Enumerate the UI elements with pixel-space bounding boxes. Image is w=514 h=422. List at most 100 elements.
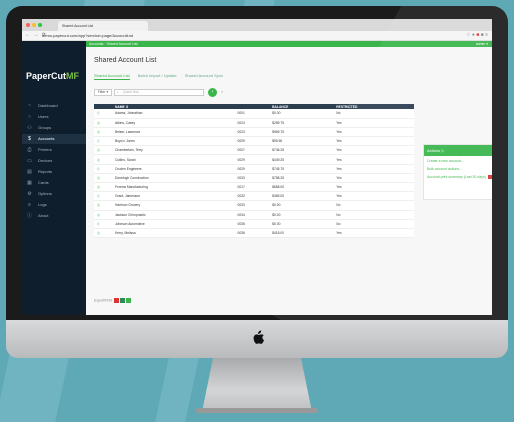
sidebar-item-printers[interactable]: ⎙ Printers xyxy=(22,145,86,155)
browser-tab[interactable]: Shared Account List xyxy=(58,21,148,31)
print-summary-link[interactable]: Account print summary (Last 30 days) xyxy=(424,172,492,180)
account-code: 0033 xyxy=(234,200,270,211)
account-code: 0024 xyxy=(234,118,270,128)
url-field[interactable]: demo.papercut.com/app?service=page/Accou… xyxy=(42,33,437,39)
gear-icon: ⚙ xyxy=(27,191,32,197)
minimize-window-icon[interactable] xyxy=(32,23,36,27)
sidebar-item-accounts[interactable]: $ Accounts xyxy=(22,134,86,144)
table-row[interactable]: ◎ Chamberlain, Terry 0007 $746.25 Yes xyxy=(94,145,414,156)
tab-bar: Shared Account List Batch Import / Updat… xyxy=(94,73,492,81)
table-row[interactable]: ◎ Belser, Lawrence 0023 $969.75 Yes xyxy=(94,127,414,138)
account-code: 0035 xyxy=(234,219,270,229)
account-type-icon: ◎ xyxy=(94,127,112,138)
cards-icon: ▦ xyxy=(27,180,32,186)
tab-shared-account-list[interactable]: Shared Account List xyxy=(94,73,130,80)
account-restricted: No xyxy=(333,109,414,119)
sidebar-item-logs[interactable]: ≡ Logs xyxy=(22,200,86,210)
imac-foot xyxy=(196,408,318,413)
table-row[interactable]: ⎙ Grant, Jamesson 0032 $369.00 Yes xyxy=(94,191,414,202)
account-balance: $95.50 xyxy=(269,136,334,147)
address-bar: ← → ⟳ demo.papercut.com/app?service=page… xyxy=(22,31,492,41)
account-balance: $745.75 xyxy=(269,164,334,174)
table-row[interactable]: ◎ Collins, Sarah 0029 $449.25 Yes xyxy=(94,154,414,165)
sidebar-item-dashboard[interactable]: ~ Dashboard xyxy=(22,101,86,111)
account-code: 0029 xyxy=(234,164,270,174)
sidebar-item-reports[interactable]: ▤ Reports xyxy=(22,167,86,177)
excel-icon[interactable] xyxy=(120,298,126,303)
account-code: 0023 xyxy=(234,127,270,138)
pdf-icon[interactable] xyxy=(114,298,120,303)
go-button[interactable]: › xyxy=(208,88,217,97)
sidebar-item-groups[interactable]: ⚇ Groups xyxy=(22,123,86,133)
tab-batch-import[interactable]: Batch Import / Update xyxy=(138,73,177,78)
csv-icon[interactable] xyxy=(126,298,132,303)
account-name[interactable]: Fenrow Manufacturing xyxy=(112,182,235,193)
apple-logo-icon xyxy=(253,330,264,344)
sidebar-item-users[interactable]: ○ Users xyxy=(22,112,86,122)
account-name[interactable]: Adams, Johnathan xyxy=(112,109,235,119)
user-menu[interactable]: admin ▾ xyxy=(476,41,488,47)
account-restricted: Yes xyxy=(333,145,414,156)
account-restricted: No xyxy=(333,200,414,211)
account-code: 0001 xyxy=(234,109,270,119)
table-row[interactable]: ◎ Donelogh Construction 0033 $758.25 Yes xyxy=(94,173,414,184)
account-balance: $0.00 xyxy=(269,200,334,211)
table-row[interactable]: ⎙ Adams, Johnathan 0001 $0.00 No xyxy=(94,109,414,119)
account-name[interactable]: Harrison Grocery xyxy=(112,200,235,211)
bulk-actions-link[interactable]: Bulk account actions... xyxy=(424,164,492,172)
account-balance: $0.00 xyxy=(269,219,334,229)
account-code: 0009 xyxy=(234,136,270,147)
table-row[interactable]: ⎙ Johnson Automotive 0035 $0.00 No xyxy=(94,219,414,229)
imac-stand xyxy=(202,358,312,412)
account-name[interactable]: Chamberlain, Terry xyxy=(112,145,235,156)
sidebar-item-about[interactable]: ⓘ About xyxy=(22,211,86,221)
account-name[interactable]: Kerry, Melissa xyxy=(112,228,235,239)
account-restricted: Yes xyxy=(333,173,414,184)
account-balance: $369.00 xyxy=(269,191,334,202)
users-icon: ○ xyxy=(27,114,32,120)
table-row[interactable]: ◎ Jackson Chiropractic 0034 $0.00 No xyxy=(94,210,414,220)
table-row[interactable]: ⎙ Cruden Engineers 0029 $745.75 Yes xyxy=(94,164,414,174)
table-row[interactable]: ◎ Fenrow Manufacturing 0017 $668.00 Yes xyxy=(94,182,414,193)
info-icon: ⓘ xyxy=(26,213,32,219)
browser-tab-strip: Shared Account List xyxy=(22,19,492,31)
breadcrumb[interactable]: Accounts · Shared Account List xyxy=(89,42,138,46)
filter-button[interactable]: Filter ▾ xyxy=(94,89,112,96)
account-name[interactable]: Boyd c Jones xyxy=(112,136,235,147)
account-code: 0017 xyxy=(234,182,270,193)
account-restricted: Yes xyxy=(333,127,414,138)
maximize-window-icon[interactable] xyxy=(38,23,42,27)
col-restricted[interactable]: RESTRICTED xyxy=(333,104,414,109)
account-type-icon: ⎙ xyxy=(94,191,112,202)
account-name[interactable]: Johnson Automotive xyxy=(112,219,235,229)
create-account-link[interactable]: Create a new account... xyxy=(424,156,492,164)
extensions-icon[interactable]: ☆ ● ■ ■ ≡ xyxy=(466,32,488,38)
table-row[interactable]: ◎ Kerry, Melissa 0036 $418.00 Yes xyxy=(94,228,414,239)
account-name[interactable]: Belser, Lawrence xyxy=(112,127,235,138)
pdf-icon xyxy=(487,175,492,180)
quick-find-input[interactable]: ⌕ Quick find xyxy=(114,89,204,96)
account-name[interactable]: Cruden Engineers xyxy=(112,164,235,174)
account-name[interactable]: Jackson Chiropractic xyxy=(112,210,235,220)
account-balance: $668.00 xyxy=(269,182,334,193)
account-type-icon: ⎙ xyxy=(94,164,112,174)
table-row[interactable]: ◎ Harrison Grocery 0033 $0.00 No xyxy=(94,200,414,211)
table-row[interactable]: ⎙ Boyd c Jones 0009 $95.50 Yes xyxy=(94,136,414,147)
account-name[interactable]: Collins, Sarah xyxy=(112,154,235,165)
sidebar-item-devices[interactable]: ▭ Devices xyxy=(22,156,86,166)
sidebar-item-options[interactable]: ⚙ Options xyxy=(22,189,86,199)
account-type-icon: ◎ xyxy=(94,145,112,156)
clear-search-icon[interactable]: × xyxy=(221,89,223,94)
account-balance: $449.25 xyxy=(269,154,334,165)
table-row[interactable]: ◎ Atkins, Casey 0024 $259.75 Yes xyxy=(94,118,414,128)
dashboard-icon: ~ xyxy=(28,103,31,109)
tab-shared-account-sync[interactable]: Shared Account Sync xyxy=(185,73,223,78)
account-name[interactable]: Atkins, Casey xyxy=(112,118,235,128)
groups-icon: ⚇ xyxy=(27,125,32,131)
close-window-icon[interactable] xyxy=(26,23,30,27)
account-name[interactable]: Donelogh Construction xyxy=(112,173,235,184)
account-restricted: Yes xyxy=(333,164,414,174)
account-code: 0033 xyxy=(234,173,270,184)
sidebar-item-cards[interactable]: ▦ Cards xyxy=(22,178,86,188)
account-name[interactable]: Grant, Jamesson xyxy=(112,191,235,202)
